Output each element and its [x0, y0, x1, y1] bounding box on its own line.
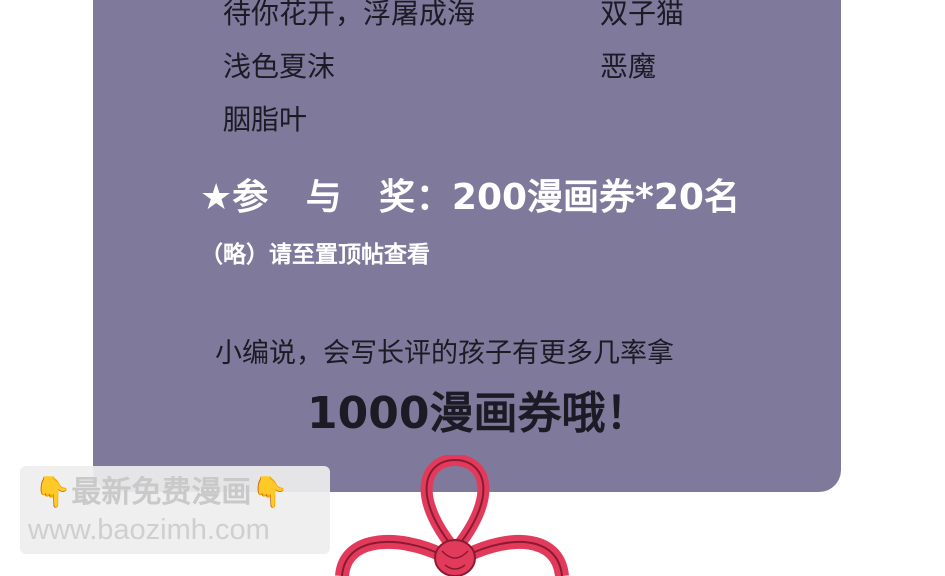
name-left-1: 待你花开，浮屠成海 [223, 0, 476, 30]
name-right-1: 双子猫 [600, 0, 685, 30]
award-prize: 200漫画券*20名 [451, 177, 740, 218]
watermark-box: 👇最新免费漫画👇 www.baozimh.com [20, 466, 330, 554]
voucher-highlight: 1000漫画券哦！ [307, 388, 650, 439]
watermark-title-row: 👇最新免费漫画👇 [34, 478, 289, 508]
name-left-2: 浅色夏沫 [223, 50, 336, 83]
name-left-3: 胭脂叶 [223, 103, 308, 136]
bow-loop-left [335, 534, 446, 576]
gift-bow [335, 455, 569, 576]
star-icon: ★ [200, 177, 233, 218]
award-label: 参 与 奖 [232, 177, 416, 218]
bow-loop-right [464, 534, 569, 576]
editor-message: 小编说，会写长评的孩子有更多几率拿 [215, 338, 674, 369]
award-colon: ： [415, 177, 452, 218]
see-pinned-note: （略）请至置顶帖查看 [200, 242, 430, 268]
bow-loop-top [420, 455, 490, 556]
name-right-2: 恶魔 [600, 50, 657, 83]
watermark-url[interactable]: www.baozimh.com [28, 516, 270, 545]
pointing-down-hand-icon: 👇 [34, 475, 72, 510]
watermark-title: 最新免费漫画 [71, 475, 252, 510]
participation-award: ★参 与 奖：200漫画券*20名 [200, 180, 740, 216]
pointing-down-hand-icon: 👇 [251, 475, 289, 510]
